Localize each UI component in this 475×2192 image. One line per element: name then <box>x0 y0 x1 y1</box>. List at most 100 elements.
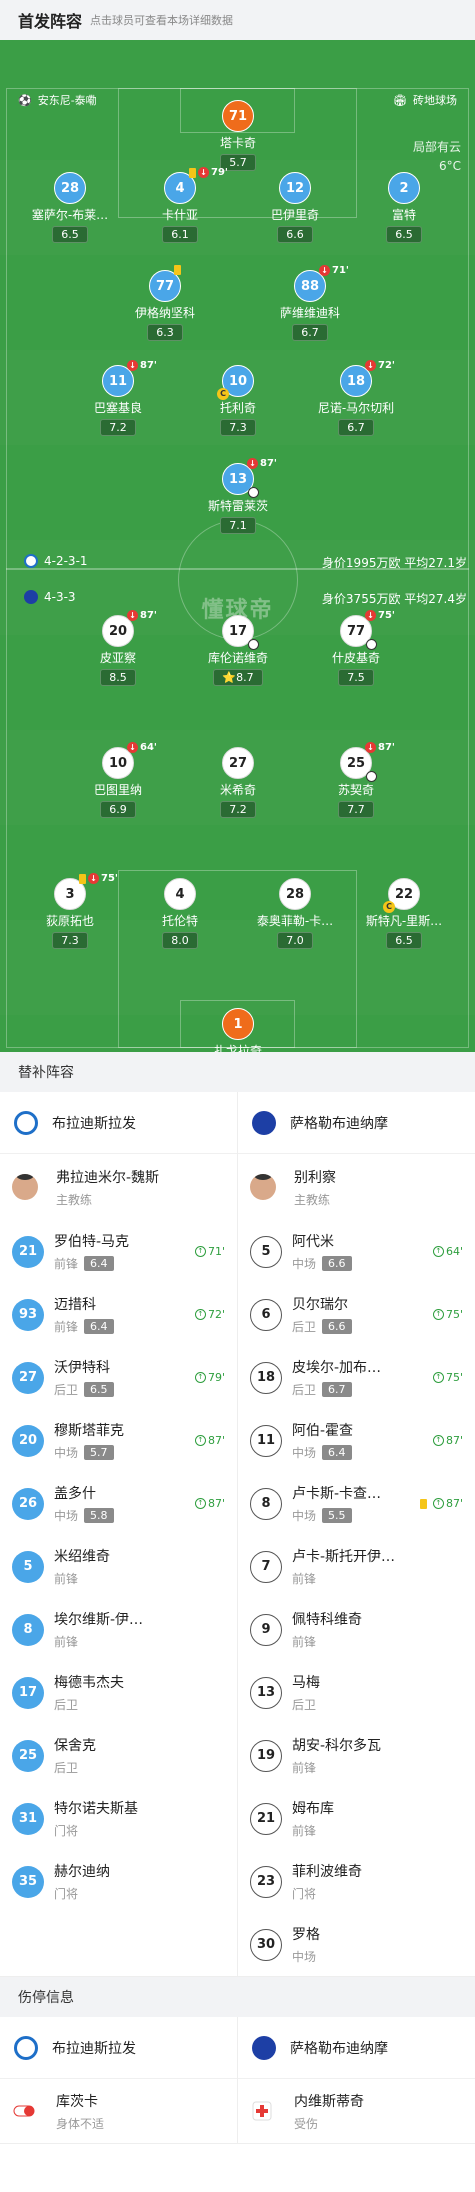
lineup-player[interactable]: 27 米希奇 7.2 <box>183 747 293 818</box>
home-coach[interactable]: 弗拉迪米尔-魏斯 主教练 <box>0 1154 237 1220</box>
sub-player-row[interactable]: 93 迈措科 前锋 6.4 ↑ 72' <box>0 1283 237 1346</box>
lineup-player[interactable]: 4 ↓ 79' 卡什亚 6.1 <box>125 167 235 243</box>
sub-player-row[interactable]: 5 米绍维奇 前锋 <box>0 1535 237 1598</box>
player-rating: 7.0 <box>277 932 313 949</box>
lineup-player[interactable]: 22 C 斯特凡-里斯… 6.5 <box>349 878 459 949</box>
sub-player-number: 9 <box>250 1613 282 1646</box>
home-team-header[interactable]: 布拉迪斯拉发 <box>0 1092 237 1154</box>
player-number: 71 <box>222 100 254 132</box>
lineup-player[interactable]: 1扎戈拉奇7.1 <box>183 1008 293 1052</box>
lineup-player[interactable]: 10 C 托利奇 7.3 <box>183 365 293 436</box>
player-events: ↓ 87' <box>127 360 157 371</box>
sub-player-info: 米绍维奇 前锋 <box>54 1546 225 1587</box>
player-rating: 7.5 <box>338 669 374 686</box>
lineup-player[interactable]: 88 ↓ 71' 萨维维迪科 6.7 <box>255 265 365 341</box>
sub-player-row[interactable]: 8 埃尔维斯-伊… 前锋 <box>0 1598 237 1661</box>
lineup-player[interactable]: 13 ↓ 87' 斯特雷莱茨 7.1 <box>183 458 293 534</box>
home-injury-column: 布拉迪斯拉发 库茨卡 身体不适 <box>0 2017 238 2143</box>
sub-player-rating: 6.4 <box>84 1319 114 1334</box>
lineup-player[interactable]: 77 伊格纳坚科 6.3 <box>110 265 220 341</box>
sub-player-row[interactable]: 19 胡安-科尔多瓦 前锋 <box>238 1724 475 1787</box>
sub-player-row[interactable]: 13 马梅 后卫 <box>238 1661 475 1724</box>
sub-player-row[interactable]: 11 阿伯-霍查 中场 6.4 ↑ 87' <box>238 1409 475 1472</box>
sub-player-row[interactable]: 30 罗格 中场 <box>238 1913 475 1976</box>
home-team-header[interactable]: 布拉迪斯拉发 <box>0 2017 237 2079</box>
sub-player-row[interactable]: 5 阿代米 中场 6.6 ↑ 64' <box>238 1220 475 1283</box>
sub-player-number: 20 <box>12 1424 44 1457</box>
sub-player-meta: 后卫 <box>292 1696 463 1713</box>
lineup-player[interactable]: 12 巴伊里奇 6.6 <box>240 172 350 243</box>
sub-player-name: 赫尔迪纳 <box>54 1864 110 1880</box>
lineup-player[interactable]: 77 ↓ 75' 什皮基奇 7.5 <box>301 610 411 686</box>
pitch: ⚽ 安东尼-泰嘞 🏟 砖地球场 局部有云 6°C 懂球帝 4-2-3-1 身价199… <box>0 40 475 1052</box>
substitution-out-icon: ↓ <box>127 610 138 621</box>
sub-player-row[interactable]: 9 佩特科维奇 前锋 <box>238 1598 475 1661</box>
sub-player-row[interactable]: 7 卢卡-斯托开伊… 前锋 <box>238 1535 475 1598</box>
lineup-player[interactable]: 3 ↓ 75' 荻原拓也 7.3 <box>15 873 125 949</box>
goal-ball-icon <box>366 639 377 650</box>
sub-player-row[interactable]: 8 卢卡斯-卡查… 中场 5.5 ↑ 87' <box>238 1472 475 1535</box>
sub-player-info: 贝尔瑞尔 后卫 6.6 <box>292 1294 433 1335</box>
lineup-player[interactable]: 71 塔卡奇 5.7 <box>183 100 293 171</box>
sub-player-row[interactable]: 26 盖多什 中场 5.8 ↑ 87' <box>0 1472 237 1535</box>
sub-player-position: 门将 <box>292 1887 317 1901</box>
pill-icon <box>12 2099 36 2123</box>
lineup-player[interactable]: 28 塞萨尔-布莱… 6.5 <box>15 172 125 243</box>
sub-player-row[interactable]: 27 沃伊特科 后卫 6.5 ↑ 79' <box>0 1346 237 1409</box>
sub-player-name: 卢卡-斯托开伊… <box>292 1549 396 1565</box>
sub-player-meta: 中场 5.5 <box>292 1507 420 1524</box>
sub-player-number: 23 <box>250 1865 282 1898</box>
coach-name: 弗拉迪米尔-魏斯 <box>56 1169 160 1186</box>
player-number: 1 <box>222 1008 254 1040</box>
away-coach[interactable]: 别利察 主教练 <box>238 1154 475 1220</box>
lineup-player[interactable]: 4 托伦特 8.0 <box>125 878 235 949</box>
sub-player-row[interactable]: 6 贝尔瑞尔 后卫 6.6 ↑ 75' <box>238 1283 475 1346</box>
lineup-player[interactable]: 20 ↓ 87' 皮亚察 8.5 <box>63 610 173 686</box>
away-injury-column: 萨格勒布迪纳摩 内维斯蒂奇 受伤 <box>238 2017 475 2143</box>
sub-player-rating: 6.7 <box>322 1382 352 1397</box>
lineup-player[interactable]: 18 ↓ 72' 尼诺-马尔切利 6.7 <box>301 360 411 436</box>
lineup-player[interactable]: 17 库伦诺维奇 ⭐8.7 <box>183 615 293 686</box>
away-team-header[interactable]: 萨格勒布迪纳摩 <box>238 2017 475 2079</box>
sub-player-row[interactable]: 31 特尔诺夫斯基 门将 <box>0 1787 237 1850</box>
sub-player-row[interactable]: 20 穆斯塔菲克 中场 5.7 ↑ 87' <box>0 1409 237 1472</box>
sub-player-info: 卢卡斯-卡查… 中场 5.5 <box>292 1483 420 1524</box>
sub-in-minute: ↑ 87' <box>432 1434 463 1447</box>
player-name: 苏契奇 <box>337 783 374 797</box>
sub-player-position: 后卫 <box>292 1698 317 1712</box>
away-team-header[interactable]: 萨格勒布迪纳摩 <box>238 1092 475 1154</box>
sub-in-minute: ↑ 71' <box>194 1245 225 1258</box>
lineup-player[interactable]: 2 富特 6.5 <box>349 172 459 243</box>
sub-player-row[interactable]: 21 姆布库 前锋 <box>238 1787 475 1850</box>
lineup-hint: 点击球员可查看本场详细数据 <box>90 14 234 27</box>
sub-player-row[interactable]: 17 梅德韦杰夫 后卫 <box>0 1661 237 1724</box>
lineup-player[interactable]: 25 ↓ 87' 苏契奇 7.7 <box>301 742 411 818</box>
sub-player-position: 后卫 <box>54 1383 79 1397</box>
sub-player-row[interactable]: 18 皮埃尔-加布… 后卫 6.7 ↑ 75' <box>238 1346 475 1409</box>
player-events: ↓ 87' <box>365 742 395 753</box>
player-name: 皮亚察 <box>99 651 136 665</box>
player-number: 10 C <box>217 365 254 400</box>
sub-player-position: 后卫 <box>54 1698 79 1712</box>
sub-player-row[interactable]: 23 菲利波维奇 门将 <box>238 1850 475 1913</box>
player-events: ↓ 75' <box>365 610 395 621</box>
sub-player-info: 皮埃尔-加布… 后卫 6.7 <box>292 1357 433 1398</box>
lineup-player[interactable]: 28 泰奥菲勒-卡… 7.0 <box>240 878 350 949</box>
player-number: 12 <box>279 172 311 204</box>
sub-player-position: 前锋 <box>292 1635 317 1649</box>
sub-player-row[interactable]: 21 罗伯特-马克 前锋 6.4 ↑ 71' <box>0 1220 237 1283</box>
sub-player-row[interactable]: 25 保舍克 后卫 <box>0 1724 237 1787</box>
home-injury-player[interactable]: 库茨卡 身体不适 <box>0 2079 237 2143</box>
player-rating: 6.9 <box>100 801 136 818</box>
lineup-player[interactable]: 11 ↓ 87' 巴塞基良 7.2 <box>63 360 173 436</box>
sub-player-number: 30 <box>250 1928 282 1961</box>
sub-player-name: 阿代米 <box>292 1234 334 1250</box>
substitution-out-icon: ↓ <box>365 610 376 621</box>
sub-player-row[interactable]: 35 赫尔迪纳 门将 <box>0 1850 237 1913</box>
away-injury-player[interactable]: 内维斯蒂奇 受伤 <box>238 2079 475 2143</box>
lineup-player[interactable]: 10 ↓ 64' 巴图里纳 6.9 <box>63 742 173 818</box>
sub-player-position: 后卫 <box>54 1761 79 1775</box>
sub-player-rating: 6.5 <box>84 1382 114 1397</box>
sub-player-meta: 后卫 6.6 <box>292 1318 433 1335</box>
substitution-in-icon: ↑ <box>432 1498 444 1509</box>
